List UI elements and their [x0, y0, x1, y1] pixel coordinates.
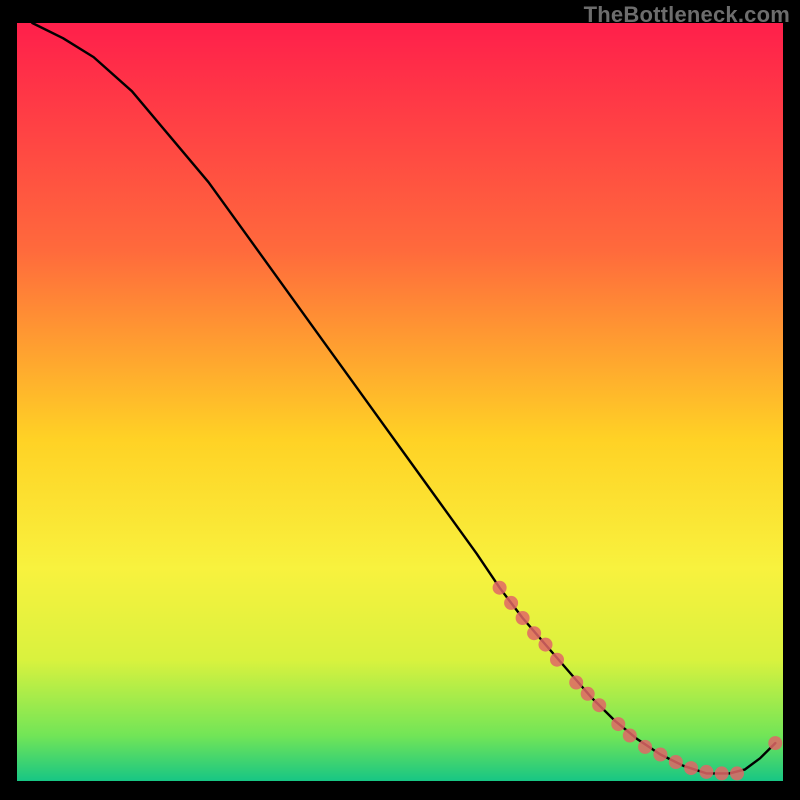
highlight-dot [699, 765, 713, 779]
chart-svg [0, 0, 800, 800]
highlight-dot [611, 717, 625, 731]
highlight-dot [504, 596, 518, 610]
highlight-dot [569, 676, 583, 690]
highlight-dot [581, 687, 595, 701]
highlight-dot [493, 581, 507, 595]
highlight-dot [715, 766, 729, 780]
highlight-dot [592, 698, 606, 712]
chart-stage: TheBottleneck.com [0, 0, 800, 800]
highlight-dot [768, 736, 782, 750]
highlight-dot [638, 740, 652, 754]
highlight-dot [669, 755, 683, 769]
watermark-label: TheBottleneck.com [584, 2, 790, 28]
highlight-dot [539, 638, 553, 652]
highlight-dot [730, 766, 744, 780]
highlight-dot [653, 748, 667, 762]
highlight-dot [516, 611, 530, 625]
plot-background [17, 23, 783, 781]
highlight-dot [527, 626, 541, 640]
highlight-dot [684, 761, 698, 775]
highlight-dot [550, 653, 564, 667]
highlight-dot [623, 729, 637, 743]
